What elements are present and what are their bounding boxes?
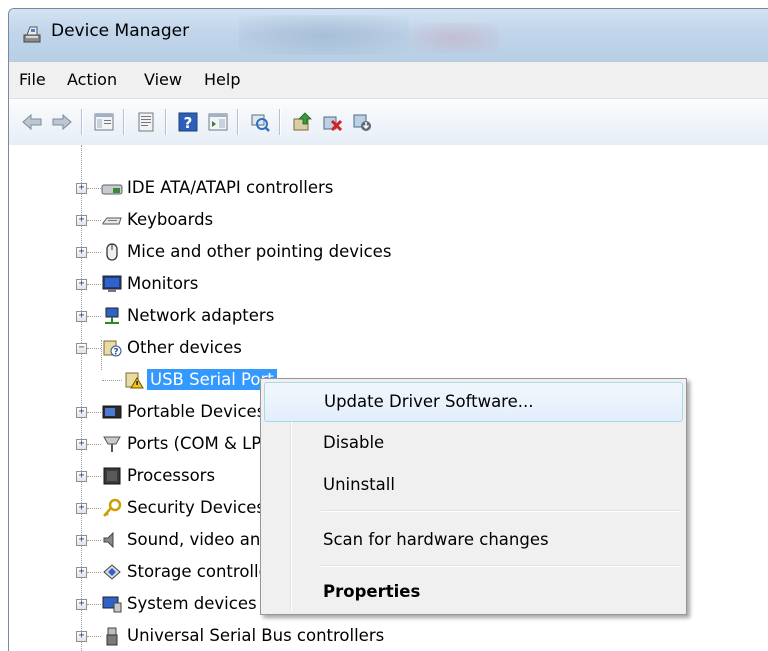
tree-connector xyxy=(87,412,101,414)
expand-toggle[interactable]: + xyxy=(76,535,87,546)
tree-connector xyxy=(87,284,101,286)
unknown-device-icon: ? xyxy=(103,340,122,358)
menu-file[interactable]: File xyxy=(19,70,46,89)
portable-device-icon xyxy=(102,405,122,419)
device-manager-app-icon xyxy=(23,26,41,43)
expand-toggle[interactable]: + xyxy=(76,503,87,514)
system-device-icon xyxy=(102,596,122,613)
mouse-icon xyxy=(106,243,118,261)
menu-item-update-driver[interactable]: Update Driver Software... xyxy=(264,382,683,422)
tree-connector xyxy=(87,572,101,574)
tree-node-label[interactable]: Processors xyxy=(127,466,215,485)
tree-connector xyxy=(87,444,101,446)
expand-toggle[interactable]: + xyxy=(76,247,87,258)
tree-connector xyxy=(87,188,101,190)
console-tree-icon[interactable] xyxy=(93,111,115,133)
warning-device-icon xyxy=(125,372,144,389)
tree-node-label[interactable]: Keyboards xyxy=(127,210,213,229)
ide-controller-icon xyxy=(101,184,123,195)
tree-node-label[interactable]: System devices xyxy=(127,594,257,613)
menu-item-disable[interactable]: Disable xyxy=(264,424,683,462)
menu-item-label: Scan for hardware changes xyxy=(323,530,549,549)
monitor-icon xyxy=(102,275,122,292)
menu-bar: File Action View Help xyxy=(9,61,768,98)
menu-item-label: Properties xyxy=(323,582,421,601)
menu-view[interactable]: View xyxy=(144,70,182,89)
tree-connector xyxy=(87,636,101,638)
storage-icon xyxy=(103,564,121,580)
keyboard-icon xyxy=(102,217,122,225)
help-icon[interactable]: ? xyxy=(177,111,199,133)
tree-node-label[interactable]: Ports (COM & LPT) xyxy=(127,434,278,453)
menu-item-uninstall[interactable]: Uninstall xyxy=(264,466,683,504)
tree-node-label[interactable]: Portable Devices xyxy=(127,402,265,421)
uninstall-icon[interactable] xyxy=(321,111,343,133)
disable-icon[interactable] xyxy=(351,111,373,133)
menu-item-label: Update Driver Software... xyxy=(324,392,534,411)
toolbar-separator xyxy=(279,109,281,135)
menu-separator xyxy=(321,510,680,512)
sound-icon xyxy=(103,531,114,549)
svg-text:?: ? xyxy=(184,114,193,132)
tree-connector xyxy=(87,220,101,222)
menu-action[interactable]: Action xyxy=(67,70,117,89)
expand-toggle[interactable]: + xyxy=(76,471,87,482)
action-pane-icon[interactable] xyxy=(207,111,229,133)
menu-item-properties[interactable]: Properties xyxy=(264,573,683,611)
menu-item-label: Uninstall xyxy=(323,475,395,494)
back-arrow-icon[interactable] xyxy=(21,111,43,133)
menu-item-label: Disable xyxy=(323,433,385,452)
collapse-toggle[interactable]: − xyxy=(76,343,87,354)
tree-connector xyxy=(87,348,101,350)
menu-help[interactable]: Help xyxy=(204,70,240,89)
toolbar-separator xyxy=(237,109,239,135)
tree-node-label[interactable]: IDE ATA/ATAPI controllers xyxy=(127,178,333,197)
menu-item-scan-hardware[interactable]: Scan for hardware changes xyxy=(264,521,683,559)
titlebar-glass-effect xyxy=(239,15,409,55)
tree-node-label-selected[interactable]: USB Serial Port xyxy=(147,369,277,390)
toolbar-separator xyxy=(123,109,125,135)
tree-connector xyxy=(87,476,101,478)
expand-toggle[interactable]: + xyxy=(76,407,87,418)
menu-separator xyxy=(321,565,680,567)
tree-connector xyxy=(87,316,101,318)
update-driver-icon[interactable] xyxy=(291,111,313,133)
expand-toggle[interactable]: + xyxy=(76,599,87,610)
tree-node-label[interactable]: Security Devices xyxy=(127,498,265,517)
title-bar[interactable]: Device Manager xyxy=(9,9,768,61)
usb-icon xyxy=(106,627,118,646)
network-adapter-icon xyxy=(105,307,119,324)
toolbar-separator xyxy=(81,109,83,135)
expand-toggle[interactable]: + xyxy=(76,215,87,226)
expand-toggle[interactable]: + xyxy=(76,311,87,322)
security-device-icon xyxy=(103,498,122,517)
scan-hardware-icon[interactable] xyxy=(249,111,271,133)
processor-icon xyxy=(103,467,121,485)
tree-node-label[interactable]: Mice and other pointing devices xyxy=(127,242,391,261)
expand-toggle[interactable]: + xyxy=(76,567,87,578)
tree-node-label[interactable]: Other devices xyxy=(127,338,242,357)
window-title: Device Manager xyxy=(51,21,190,41)
forward-arrow-icon[interactable] xyxy=(51,111,73,133)
tree-node-label[interactable]: Monitors xyxy=(127,274,198,293)
port-icon xyxy=(103,436,121,452)
titlebar-glass-effect-2 xyxy=(409,23,499,53)
tree-connector xyxy=(102,380,122,382)
expand-toggle[interactable]: + xyxy=(76,279,87,290)
tree-connector xyxy=(87,508,101,510)
properties-icon[interactable] xyxy=(135,111,157,133)
toolbar: ? xyxy=(9,98,768,146)
context-menu: Update Driver Software... Disable Uninst… xyxy=(260,378,687,615)
expand-toggle[interactable]: + xyxy=(76,631,87,642)
svg-text:?: ? xyxy=(113,348,118,358)
tree-connector xyxy=(87,604,101,606)
tree-connector xyxy=(87,540,101,542)
toolbar-separator xyxy=(165,109,167,135)
tree-node-label[interactable]: Universal Serial Bus controllers xyxy=(127,626,384,645)
expand-toggle[interactable]: + xyxy=(76,439,87,450)
device-manager-window: Device Manager File Action View Help ? +… xyxy=(8,8,768,651)
tree-node-label[interactable]: Network adapters xyxy=(127,306,274,325)
tree-connector xyxy=(87,252,101,254)
expand-toggle[interactable]: + xyxy=(76,183,87,194)
